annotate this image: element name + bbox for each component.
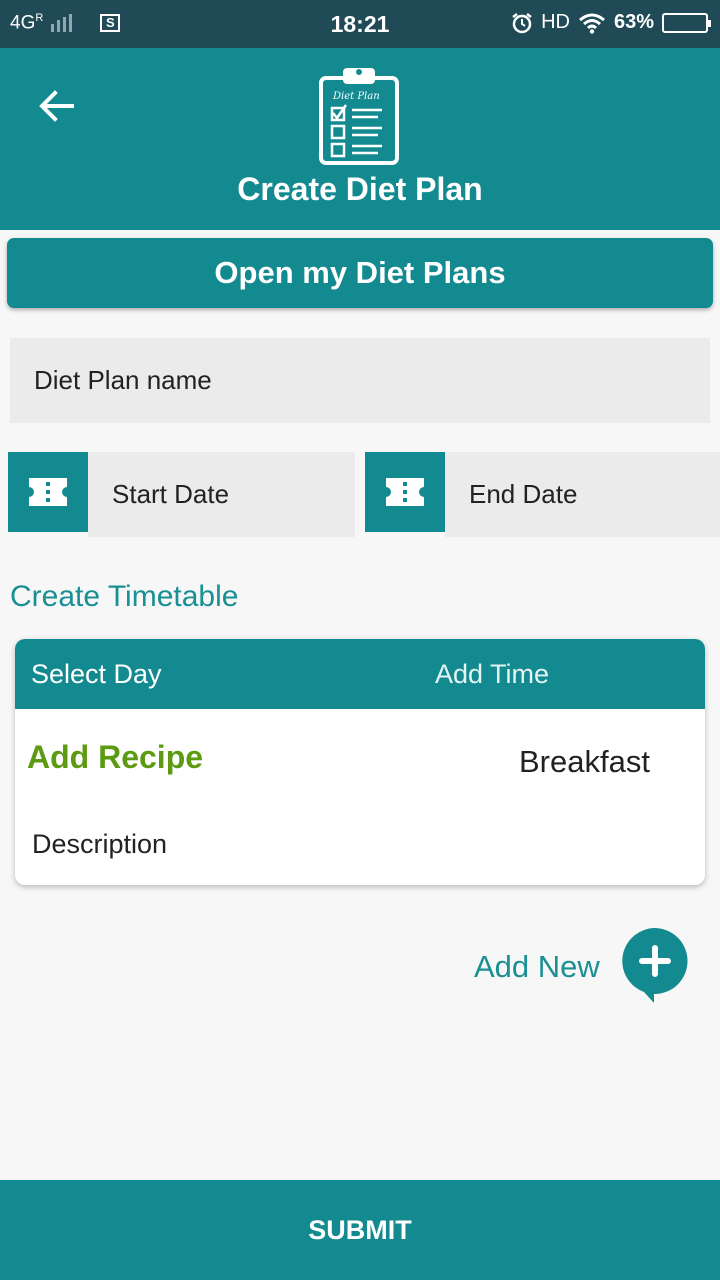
wifi-icon: [579, 13, 605, 34]
submit-button[interactable]: SUBMIT: [0, 1180, 720, 1280]
battery-percent: 63%: [613, 11, 654, 33]
end-date-group: End Date: [365, 452, 720, 537]
status-bar: 4GR S 18:21 HD 63%: [0, 0, 720, 48]
ticket-icon: [29, 478, 67, 506]
timetable-card-header: Select Day Add Time: [15, 639, 705, 709]
add-recipe-button[interactable]: Add Recipe: [27, 739, 203, 776]
status-right: HD 63%: [511, 11, 711, 34]
back-button[interactable]: [30, 80, 82, 132]
diet-plan-name-input[interactable]: Diet Plan name: [10, 338, 710, 423]
end-date-icon-button[interactable]: [365, 452, 445, 532]
back-arrow-icon: [39, 90, 74, 122]
ticket-icon: [386, 478, 424, 506]
start-date-input[interactable]: Start Date: [88, 452, 355, 537]
plus-chat-icon[interactable]: [620, 926, 690, 1004]
start-date-group: Start Date: [8, 452, 355, 537]
alarm-icon: [512, 12, 532, 33]
hd-indicator: HD: [541, 11, 570, 33]
timetable-section-title: Create Timetable: [10, 580, 239, 613]
battery-icon: [662, 12, 711, 33]
app-header: Diet Plan Create Diet Plan: [0, 48, 720, 230]
page-title: Create Diet Plan: [237, 171, 483, 207]
select-day-button[interactable]: Select Day: [31, 659, 162, 690]
timetable-card: Select Day Add Time Add Recipe Breakfast…: [15, 639, 705, 885]
description-input[interactable]: Description: [32, 829, 167, 860]
add-new-label[interactable]: Add New: [474, 949, 600, 985]
open-diet-plans-button[interactable]: Open my Diet Plans: [7, 238, 713, 308]
meal-type-selector[interactable]: Breakfast: [519, 744, 650, 780]
clipboard-text: Diet Plan: [332, 91, 380, 102]
end-date-input[interactable]: End Date: [445, 452, 720, 537]
start-date-icon-button[interactable]: [8, 452, 88, 532]
clipboard-checklist-icon: Diet Plan: [319, 68, 399, 165]
add-time-button[interactable]: Add Time: [435, 659, 549, 690]
